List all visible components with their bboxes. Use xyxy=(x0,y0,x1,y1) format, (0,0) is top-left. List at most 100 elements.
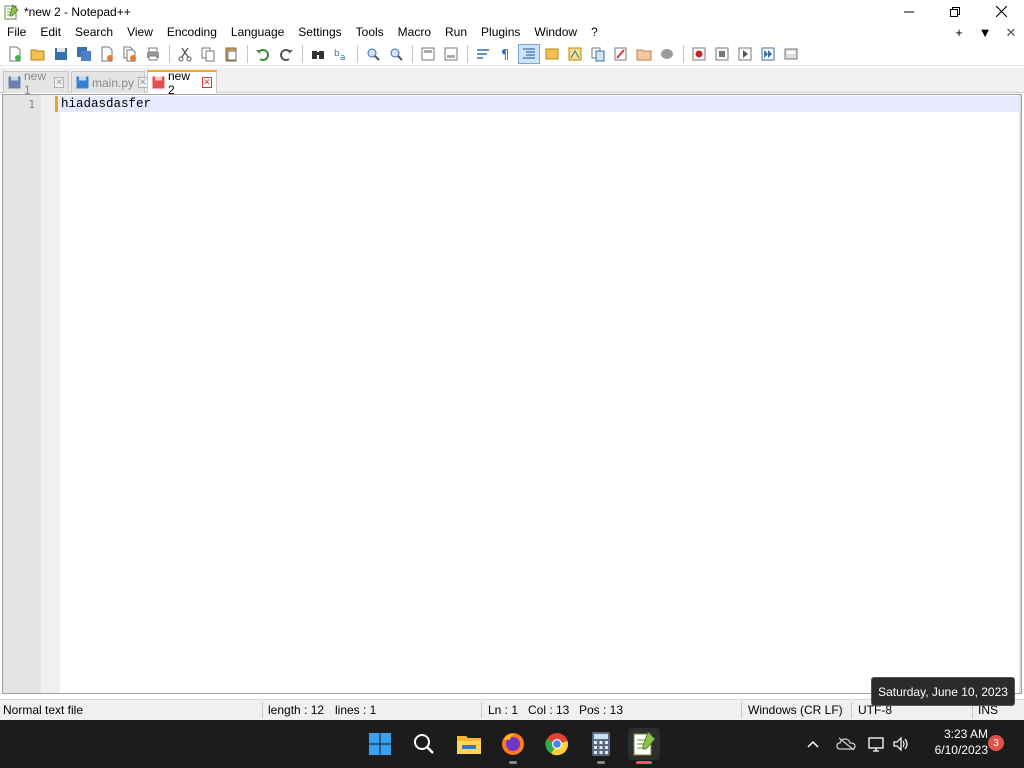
tab-new-1[interactable]: new 1 ✕ xyxy=(3,69,69,97)
tab-label: new 2 xyxy=(168,68,191,97)
editor-area[interactable]: 1 hiadasdasfer xyxy=(2,94,1022,694)
folder-workspace-icon[interactable] xyxy=(610,44,632,64)
network-icon[interactable] xyxy=(865,720,889,768)
folder-as-workspace-icon[interactable] xyxy=(633,44,655,64)
change-history-marker xyxy=(55,96,58,112)
status-separator xyxy=(741,702,742,718)
redo-icon[interactable] xyxy=(275,44,297,64)
add-tab-button[interactable]: + xyxy=(946,25,972,40)
unsaved-file-icon xyxy=(152,76,165,89)
sync-horizontal-icon[interactable] xyxy=(440,44,462,64)
replace-icon[interactable]: ba xyxy=(330,44,352,64)
calculator-icon[interactable] xyxy=(585,728,617,764)
status-separator xyxy=(851,702,852,718)
menu-run[interactable]: Run xyxy=(438,23,474,42)
volume-icon[interactable] xyxy=(889,720,913,768)
close-file-icon[interactable] xyxy=(96,44,118,64)
word-wrap-icon[interactable] xyxy=(472,44,494,64)
menu-view[interactable]: View xyxy=(120,23,160,42)
show-all-characters-icon[interactable]: ¶ xyxy=(495,44,517,64)
menu-tools[interactable]: Tools xyxy=(349,23,391,42)
record-macro-icon[interactable] xyxy=(688,44,710,64)
indent-guide-icon[interactable] xyxy=(518,43,540,64)
tab-bar: new 1 ✕ main.py ✕ new 2 ✕ xyxy=(0,68,1024,97)
status-separator xyxy=(262,702,263,718)
line-number-gutter xyxy=(3,95,41,693)
maximize-button[interactable] xyxy=(932,0,978,23)
date-tooltip: Saturday, June 10, 2023 xyxy=(871,677,1015,706)
stop-macro-icon[interactable] xyxy=(711,44,733,64)
user-language-icon[interactable] xyxy=(541,44,563,64)
monitoring-icon[interactable] xyxy=(656,44,678,64)
minimize-button[interactable] xyxy=(886,0,932,23)
editor-edge xyxy=(1019,95,1021,693)
menu-plugins[interactable]: Plugins xyxy=(474,23,527,42)
svg-text:¶: ¶ xyxy=(501,48,509,62)
cut-icon[interactable] xyxy=(174,44,196,64)
tab-label: new 1 xyxy=(24,68,47,97)
close-document-button[interactable]: ✕ xyxy=(998,25,1024,41)
system-clock[interactable]: 3:23 AM 6/10/2023 xyxy=(918,726,988,758)
run-macro-multiple-icon[interactable] xyxy=(757,44,779,64)
menu-language[interactable]: Language xyxy=(224,23,291,42)
sync-vertical-icon[interactable] xyxy=(417,44,439,64)
menu-search[interactable]: Search xyxy=(68,23,120,42)
menu-help[interactable]: ? xyxy=(584,23,605,42)
code-line[interactable]: hiadasdasfer xyxy=(61,97,151,111)
menu-encoding[interactable]: Encoding xyxy=(160,23,224,42)
zoom-out-icon[interactable] xyxy=(385,44,407,64)
save-icon xyxy=(8,76,21,89)
undo-icon[interactable] xyxy=(252,44,274,64)
status-col: Col : 13 xyxy=(528,703,570,717)
onedrive-offline-icon[interactable] xyxy=(834,720,858,768)
window-title: *new 2 - Notepad++ xyxy=(24,4,131,19)
copy-icon[interactable] xyxy=(197,44,219,64)
firefox-icon[interactable] xyxy=(497,728,529,764)
clock-date: 6/10/2023 xyxy=(934,743,988,757)
notepad-plus-plus-taskbar-icon[interactable] xyxy=(628,728,660,764)
menu-bar: File Edit Search View Encoding Language … xyxy=(0,23,1024,42)
notification-badge[interactable]: 3 xyxy=(988,735,1004,751)
line-number: 1 xyxy=(28,98,35,111)
file-explorer-icon[interactable] xyxy=(453,728,485,760)
function-list-icon[interactable] xyxy=(587,44,609,64)
toolbar-separator xyxy=(302,44,303,63)
toolbar-separator xyxy=(357,44,358,63)
close-tab-icon[interactable]: ✕ xyxy=(201,77,212,88)
close-button[interactable] xyxy=(978,0,1024,23)
save-all-icon[interactable] xyxy=(73,44,95,64)
close-all-icon[interactable] xyxy=(119,44,141,64)
open-file-icon[interactable] xyxy=(27,44,49,64)
start-icon[interactable] xyxy=(364,728,396,760)
running-indicator xyxy=(509,761,517,764)
tab-main-py[interactable]: main.py ✕ xyxy=(71,71,148,93)
running-indicator xyxy=(597,761,605,764)
save-icon[interactable] xyxy=(50,44,72,64)
menu-file[interactable]: File xyxy=(0,23,33,42)
status-lines: lines : 1 xyxy=(335,703,377,717)
show-hidden-icons-chevron-icon[interactable] xyxy=(802,720,824,768)
paste-icon[interactable] xyxy=(220,44,242,64)
close-tab-icon[interactable]: ✕ xyxy=(54,77,64,88)
status-separator xyxy=(481,702,482,718)
save-macro-icon[interactable] xyxy=(780,44,802,64)
search-icon[interactable] xyxy=(408,728,440,760)
play-macro-icon[interactable] xyxy=(734,44,756,64)
find-icon[interactable] xyxy=(307,44,329,64)
tab-list-dropdown-button[interactable]: ▼ xyxy=(972,25,998,40)
document-map-icon[interactable] xyxy=(564,44,586,64)
menu-macro[interactable]: Macro xyxy=(391,23,438,42)
menu-edit[interactable]: Edit xyxy=(33,23,68,42)
toolbar-separator xyxy=(169,44,170,63)
toolbar-separator xyxy=(467,44,468,63)
new-file-icon[interactable] xyxy=(4,44,26,64)
menu-window[interactable]: Window xyxy=(527,23,584,42)
tab-new-2[interactable]: new 2 ✕ xyxy=(147,69,217,97)
zoom-in-icon[interactable] xyxy=(362,44,384,64)
clock-time: 3:23 AM xyxy=(943,727,988,741)
taskbar: 3:23 AM 6/10/2023 xyxy=(0,720,1024,768)
menu-settings[interactable]: Settings xyxy=(291,23,348,42)
chrome-icon[interactable] xyxy=(541,728,573,760)
title-bar: *new 2 - Notepad++ xyxy=(0,0,1024,23)
print-icon[interactable] xyxy=(142,44,164,64)
